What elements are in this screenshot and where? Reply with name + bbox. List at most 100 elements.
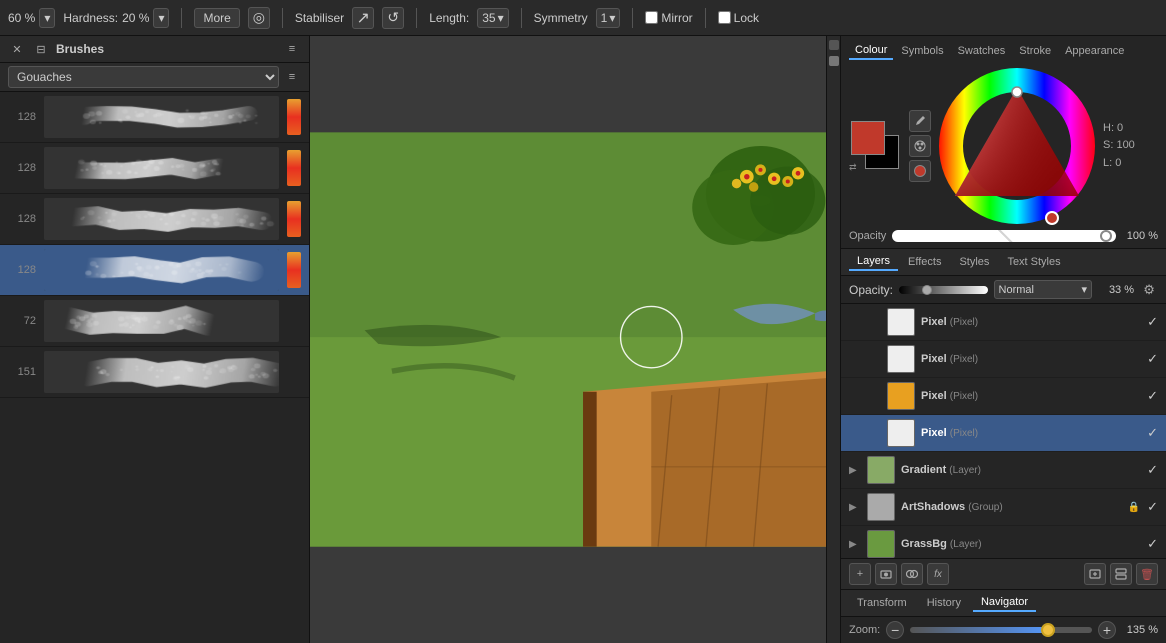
layer-visibility-checkmark[interactable]: ✓ — [1147, 351, 1158, 367]
tab-colour[interactable]: Colour — [849, 42, 893, 60]
length-dropdown[interactable]: 35 ▾ — [477, 8, 508, 28]
top-toolbar: 60 % ▾ Hardness: 20 % ▾ More ◎ Stabilise… — [0, 0, 1166, 36]
layers-bottom-bar: + fx — [841, 558, 1166, 589]
blend-mode-dropdown[interactable]: Normal ▾ — [994, 280, 1093, 299]
add-layer-btn[interactable]: + — [849, 563, 871, 585]
stabilizer-refresh-icon[interactable]: ↺ — [382, 7, 404, 29]
brush-item[interactable]: 128 — [0, 92, 309, 143]
brushes-menu-icon[interactable]: ≡ — [283, 40, 301, 58]
brush-item[interactable]: 128 — [0, 245, 309, 296]
layer-name: Pixel (Pixel) — [921, 390, 1141, 402]
tab-layers[interactable]: Layers — [849, 253, 898, 271]
layer-visibility-checkmark[interactable]: ✓ — [1147, 536, 1158, 552]
layer-item[interactable]: Pixel (Pixel)✓ — [841, 341, 1166, 378]
lock-label: Lock — [734, 11, 759, 25]
brush-item[interactable]: 128 — [0, 143, 309, 194]
navigator-section: Zoom: − + 135 % — [841, 616, 1166, 643]
tab-swatches[interactable]: Swatches — [952, 43, 1012, 59]
symmetry-dropdown[interactable]: 1 ▾ — [596, 8, 621, 28]
tab-history[interactable]: History — [919, 595, 969, 611]
brush-color-indicator — [287, 201, 301, 237]
layer-thumbnail — [867, 493, 895, 521]
lock-checkbox[interactable] — [718, 11, 731, 24]
tab-symbols[interactable]: Symbols — [895, 43, 949, 59]
tab-text-styles[interactable]: Text Styles — [999, 254, 1068, 270]
layer-opacity-value: 33 % — [1098, 284, 1134, 296]
layer-item[interactable]: Pixel (Pixel)✓ — [841, 304, 1166, 341]
layer-blend-btn[interactable] — [901, 563, 923, 585]
palette-btn[interactable] — [909, 135, 931, 157]
layer-visibility-checkmark[interactable]: ✓ — [1147, 425, 1158, 441]
layer-expand-icon[interactable]: ▶ — [849, 539, 861, 550]
precision-icon[interactable]: ◎ — [248, 7, 270, 29]
brush-size-dropdown[interactable]: ▾ — [39, 8, 55, 28]
tab-transform[interactable]: Transform — [849, 595, 915, 611]
tab-styles[interactable]: Styles — [951, 254, 997, 270]
mirror-checkbox[interactable] — [645, 11, 658, 24]
foreground-circle-btn[interactable] — [909, 160, 931, 182]
layer-fx-btn[interactable]: fx — [927, 563, 949, 585]
layer-mask-btn[interactable] — [875, 563, 897, 585]
painting-canvas[interactable] — [310, 36, 826, 643]
brush-number: 128 — [8, 264, 36, 276]
brush-preview — [44, 351, 279, 393]
stabilizer-curve-icon[interactable]: ↗ — [352, 7, 374, 29]
zoom-out-btn[interactable]: − — [886, 621, 904, 639]
brush-color-indicator — [287, 99, 301, 135]
lightness-value: L: 0 — [1103, 155, 1135, 173]
brush-color-indicator — [287, 354, 301, 390]
tab-effects[interactable]: Effects — [900, 254, 949, 270]
layer-opacity-slider[interactable] — [899, 286, 988, 294]
hue-value: H: 0 — [1103, 120, 1135, 138]
stripe-btn-2[interactable] — [829, 56, 839, 66]
layer-name: GrassBg (Layer) — [901, 538, 1141, 550]
layer-item[interactable]: Pixel (Pixel) ✓ — [841, 378, 1166, 415]
layers-section: Layers Effects Styles Text Styles Opacit… — [841, 249, 1166, 589]
brush-preview — [44, 249, 279, 291]
opacity-slider[interactable] — [892, 230, 1116, 242]
brushes-panel-header: ✕ ⊟ Brushes ≡ — [0, 36, 309, 63]
brush-item[interactable]: 151 — [0, 347, 309, 398]
mirror-control[interactable]: Mirror — [645, 11, 692, 25]
layer-visibility-checkmark[interactable]: ✓ — [1147, 499, 1158, 515]
opacity-value: 100 % — [1122, 230, 1158, 242]
layer-item[interactable]: ▶ GrassBg (Layer) ✓ — [841, 526, 1166, 558]
colour-section: Colour Symbols Swatches Stroke Appearanc… — [841, 36, 1166, 249]
layer-expand-icon[interactable]: ▶ — [849, 465, 861, 476]
eyedropper-btn[interactable] — [909, 110, 931, 132]
layer-visibility-checkmark[interactable]: ✓ — [1147, 388, 1158, 404]
brush-preview — [44, 300, 279, 342]
zoom-thumb — [1041, 623, 1055, 637]
layer-visibility-checkmark[interactable]: ✓ — [1147, 462, 1158, 478]
brush-options-icon[interactable]: ≡ — [283, 68, 301, 86]
hardness-dropdown[interactable]: ▾ — [153, 8, 169, 28]
foreground-colour-swatch[interactable] — [851, 121, 885, 155]
brush-category-select[interactable]: Gouaches — [8, 66, 279, 88]
layer-settings-icon[interactable]: ⚙ — [1140, 281, 1158, 299]
more-button[interactable]: More — [194, 8, 239, 28]
stripe-btn-1[interactable] — [829, 40, 839, 50]
new-layer-file-btn[interactable] — [1084, 563, 1106, 585]
layer-name: Gradient (Layer) — [901, 464, 1141, 476]
brushes-collapse-btn[interactable]: ✕ — [8, 40, 26, 58]
swap-colours-btn[interactable]: ⇄ — [849, 162, 857, 173]
brush-category-row: Gouaches ≡ — [0, 63, 309, 92]
zoom-in-btn[interactable]: + — [1098, 621, 1116, 639]
layer-expand-icon[interactable]: ▶ — [849, 502, 861, 513]
layer-group-btn[interactable] — [1110, 563, 1132, 585]
layer-item[interactable]: ▶ Gradient (Layer) ✓ — [841, 452, 1166, 489]
brush-item[interactable]: 128 — [0, 194, 309, 245]
brush-number: 151 — [8, 366, 36, 378]
layer-item[interactable]: ▶ArtShadows (Group)🔒✓ — [841, 489, 1166, 526]
brush-item[interactable]: 72 — [0, 296, 309, 347]
delete-layer-btn[interactable]: 🗑 — [1136, 563, 1158, 585]
lock-control[interactable]: Lock — [718, 11, 759, 25]
tab-stroke[interactable]: Stroke — [1013, 43, 1057, 59]
tab-appearance[interactable]: Appearance — [1059, 43, 1130, 59]
layer-item[interactable]: Pixel (Pixel)✓ — [841, 415, 1166, 452]
brushes-list-icon[interactable]: ⊟ — [32, 40, 50, 58]
tab-navigator[interactable]: Navigator — [973, 594, 1036, 612]
colour-wheel[interactable] — [937, 66, 1097, 226]
layer-visibility-checkmark[interactable]: ✓ — [1147, 314, 1158, 330]
zoom-slider[interactable] — [910, 627, 1092, 633]
